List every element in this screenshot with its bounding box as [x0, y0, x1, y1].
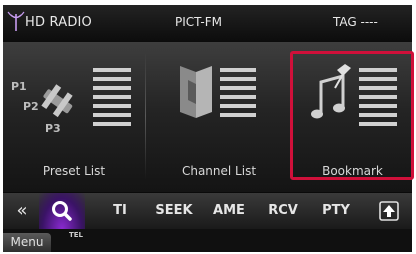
preset-mark-p3: P3: [45, 122, 61, 135]
function-toolbar: « TI SEEK AME RCV PTY: [3, 193, 412, 229]
preset-list-button[interactable]: P1 P2 P3 Preset List: [3, 42, 145, 192]
app-title: HD RADIO: [25, 15, 92, 30]
bottom-bar: Menu TEL: [3, 229, 412, 252]
channel-list-button[interactable]: Channel List: [146, 42, 292, 192]
ti-button[interactable]: TI: [105, 193, 135, 229]
seek-button[interactable]: SEEK: [150, 193, 198, 229]
hd-radio-icon: [7, 11, 25, 31]
rcv-button[interactable]: RCV: [263, 193, 303, 229]
search-icon: [52, 201, 72, 221]
back-button[interactable]: «: [5, 193, 39, 229]
pty-button[interactable]: PTY: [316, 193, 356, 229]
station-name: PICT-FM: [175, 15, 222, 29]
tag-button[interactable]: TAG ----: [333, 15, 378, 29]
preset-mark-p2: P2: [23, 100, 39, 113]
channel-list-icon: [180, 66, 256, 118]
ame-button[interactable]: AME: [208, 193, 250, 229]
tel-indicator: TEL: [69, 231, 84, 239]
up-arrow-icon: [379, 201, 399, 221]
search-button[interactable]: [39, 193, 85, 229]
menu-button[interactable]: Menu: [3, 233, 51, 252]
channel-list-label: Channel List: [181, 164, 257, 178]
preset-mark-p1: P1: [11, 80, 27, 93]
preset-list-label: Preset List: [42, 164, 106, 178]
bookmark-highlight-frame: [290, 51, 414, 180]
preset-list-icon: P1 P2 P3: [11, 68, 131, 135]
status-bar: HD RADIO PICT-FM TAG ----: [3, 5, 412, 42]
eject-button[interactable]: [367, 193, 411, 229]
